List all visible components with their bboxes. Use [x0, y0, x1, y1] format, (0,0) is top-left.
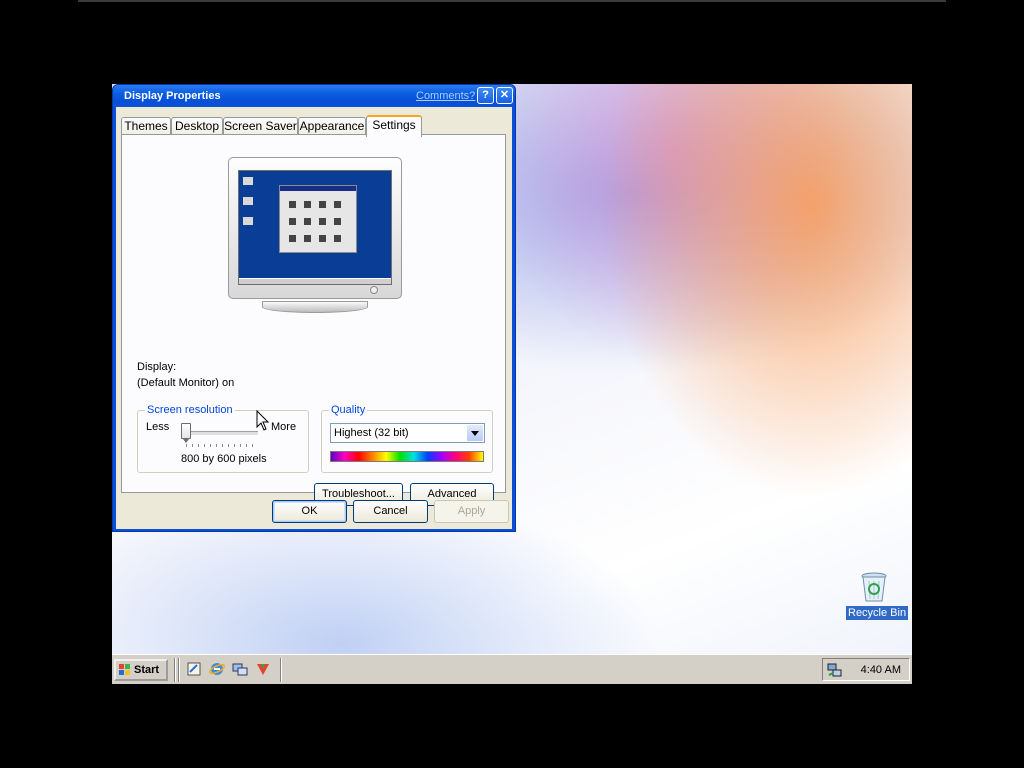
settings-panel: Display: (Default Monitor) on Screen res… — [121, 134, 506, 506]
color-quality-select[interactable]: Highest (32 bit) — [330, 423, 485, 443]
cancel-button[interactable]: Cancel — [353, 500, 428, 523]
ok-button[interactable]: OK — [272, 500, 347, 523]
screen-resolution-legend: Screen resolution — [145, 404, 235, 416]
monitor-screen-preview — [238, 170, 392, 285]
start-label: Start — [134, 664, 160, 676]
window-title: Display Properties — [124, 90, 221, 102]
chevron-down-icon[interactable] — [467, 425, 483, 441]
tab-appearance[interactable]: Appearance — [298, 117, 366, 135]
quality-group: Quality Highest (32 bit) — [321, 404, 493, 473]
mouse-cursor-icon — [256, 410, 270, 431]
resolution-slider-track[interactable] — [184, 431, 258, 436]
resolution-slider-ticks — [186, 444, 256, 447]
more-label: More — [271, 421, 297, 433]
preview-desktop-icon — [243, 177, 253, 185]
display-value: (Default Monitor) on — [137, 377, 235, 389]
taskbar: Start 4:40 AM — [112, 654, 912, 684]
clock[interactable]: 4:40 AM — [861, 664, 901, 676]
monitor-preview — [228, 157, 402, 299]
preview-window — [279, 185, 357, 253]
help-button[interactable]: ? — [477, 87, 494, 104]
resolution-value: 800 by 600 pixels — [181, 453, 267, 465]
preview-desktop-icon — [243, 197, 253, 205]
media-icon[interactable] — [255, 661, 271, 677]
taskbar-separator — [178, 658, 180, 682]
recycle-bin-label[interactable]: Recycle Bin — [846, 606, 909, 620]
title-bar[interactable]: Display Properties Comments? ? ✕ — [113, 85, 515, 107]
display-label: Display: — [137, 361, 177, 373]
desktop[interactable]: Display Properties Comments? ? ✕ Themes … — [112, 84, 912, 684]
less-label: Less — [146, 421, 170, 433]
display-properties-window: Display Properties Comments? ? ✕ Themes … — [112, 84, 516, 532]
quality-legend: Quality — [329, 404, 368, 416]
color-quality-value: Highest (32 bit) — [334, 427, 409, 439]
apply-button[interactable]: Apply — [434, 500, 509, 523]
taskbar-separator — [280, 658, 282, 682]
windows-logo-icon — [119, 664, 130, 675]
network-icon[interactable] — [232, 661, 248, 677]
tab-themes[interactable]: Themes — [121, 117, 171, 135]
preview-desktop-icon — [243, 217, 253, 225]
top-edge-line — [78, 0, 946, 2]
preview-taskbar — [239, 278, 391, 284]
close-icon: ✕ — [499, 89, 510, 101]
tab-desktop[interactable]: Desktop — [171, 117, 223, 135]
recycle-bin-icon[interactable] — [860, 571, 888, 603]
color-spectrum-bar — [330, 451, 484, 462]
screen-resolution-group: Screen resolution Less More 800 by 600 p… — [137, 404, 309, 473]
comments-link[interactable]: Comments? — [416, 90, 475, 102]
system-tray: 4:40 AM — [822, 658, 910, 681]
tab-settings[interactable]: Settings — [366, 115, 422, 137]
taskbar-separator — [174, 658, 176, 682]
tab-screen-saver[interactable]: Screen Saver — [223, 117, 298, 135]
network-status-icon[interactable] — [827, 662, 843, 678]
monitor-stand — [262, 301, 368, 313]
internet-explorer-icon[interactable] — [209, 661, 225, 677]
resolution-slider-thumb[interactable] — [181, 423, 191, 443]
dialog-body: Themes Desktop Screen Saver Appearance S… — [116, 107, 512, 529]
close-button[interactable]: ✕ — [496, 87, 513, 104]
start-button[interactable]: Start — [114, 659, 168, 681]
show-desktop-icon[interactable] — [186, 661, 202, 677]
power-light-icon — [370, 286, 378, 294]
